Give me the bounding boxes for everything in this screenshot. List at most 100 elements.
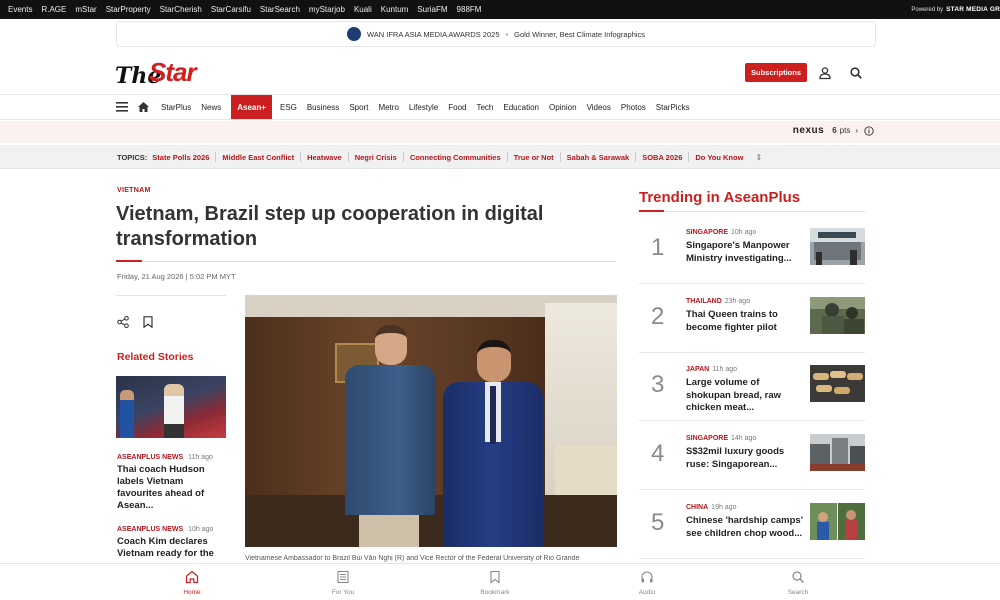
nav-item-education[interactable]: Education <box>503 95 539 119</box>
article-photo[interactable] <box>245 295 617 547</box>
nav-item-starpicks[interactable]: StarPicks <box>656 95 690 119</box>
topic-soba[interactable]: SOBA 2026 <box>642 153 682 162</box>
topic-state-polls[interactable]: State Polls 2026 <box>152 153 209 162</box>
trending-time: 10h ago <box>731 229 757 236</box>
trending-rank: 5 <box>651 509 665 536</box>
network-link-suriafm[interactable]: SuriaFM <box>417 5 447 14</box>
nav-item-asean-plus[interactable]: Asean+ <box>231 95 272 119</box>
trending-category[interactable]: SINGAPORE <box>686 229 728 236</box>
nav-item-business[interactable]: Business <box>307 95 339 119</box>
headline-accent <box>116 260 142 262</box>
newspaper-icon <box>337 570 349 584</box>
photo-person-right <box>443 340 543 547</box>
article-section[interactable]: VIETNAM <box>117 187 151 194</box>
trending-thumbnail[interactable] <box>810 503 865 540</box>
topic-do-you-know[interactable]: Do You Know <box>695 153 743 162</box>
related-story-category[interactable]: ASEANPLUS NEWS <box>117 454 183 461</box>
trending-thumbnail[interactable] <box>810 297 865 334</box>
topic-negri-crisis[interactable]: Negri Crisis <box>355 153 397 162</box>
topic-sabah-sarawak[interactable]: Sabah & Sarawak <box>567 153 630 162</box>
nav-item-tech[interactable]: Tech <box>476 95 493 119</box>
trending-item[interactable]: 4 SINGAPORE 14h ago S$32mil luxury goods … <box>639 422 865 490</box>
hamburger-menu-icon[interactable] <box>116 102 128 112</box>
expand-topics-icon[interactable]: ⇕ <box>755 153 762 162</box>
tab-search[interactable]: Search <box>768 570 828 596</box>
trending-accent <box>639 210 664 212</box>
nav-item-esg[interactable]: ESG <box>280 95 297 119</box>
nav-item-sport[interactable]: Sport <box>349 95 368 119</box>
award-banner[interactable]: WAN IFRA ASIA MEDIA AWARDS 2025 • Gold W… <box>116 21 876 47</box>
network-link-starproperty[interactable]: StarProperty <box>106 5 151 14</box>
tab-audio[interactable]: Audio <box>617 570 677 596</box>
info-icon[interactable] <box>864 125 874 136</box>
nav-item-opinion[interactable]: Opinion <box>549 95 577 119</box>
headphones-icon <box>641 571 653 583</box>
home-icon[interactable] <box>138 102 149 112</box>
network-link-starcarsifu[interactable]: StarCarsifu <box>211 5 251 14</box>
network-link-kuntum[interactable]: Kuntum <box>381 5 409 14</box>
topics-label: TOPICS: <box>117 152 148 162</box>
tab-bookmark[interactable]: Bookmark <box>465 570 525 596</box>
topic-connecting-communities[interactable]: Connecting Communities <box>410 153 501 162</box>
network-link-mstar[interactable]: mStar <box>75 5 96 14</box>
trending-category[interactable]: CHINA <box>686 504 708 511</box>
topic-middle-east[interactable]: Middle East Conflict <box>222 153 294 162</box>
trending-headline[interactable]: Chinese 'hardship camps' see children ch… <box>686 515 804 540</box>
trending-rank: 1 <box>651 234 665 261</box>
topic-heatwave[interactable]: Heatwave <box>307 153 342 162</box>
nav-item-metro[interactable]: Metro <box>378 95 398 119</box>
trending-headline[interactable]: S$32mil luxury goods ruse: Singaporean..… <box>686 446 804 471</box>
user-icon[interactable] <box>818 66 832 80</box>
network-link-starsearch[interactable]: StarSearch <box>260 5 300 14</box>
trending-item[interactable]: 3 JAPAN 11h ago Large volume of shokupan … <box>639 353 865 421</box>
search-icon[interactable] <box>849 66 863 80</box>
topic-divider <box>688 152 690 162</box>
trending-category[interactable]: THAILAND <box>686 298 722 305</box>
nav-item-news[interactable]: News <box>201 95 221 119</box>
trending-time: 19h ago <box>711 504 737 511</box>
nav-item-starplus[interactable]: StarPlus <box>161 95 191 119</box>
trending-category[interactable]: SINGAPORE <box>686 435 728 442</box>
trending-item[interactable]: 1 SINGAPORE 10h ago Singapore's Manpower … <box>639 216 865 284</box>
network-bar: Events R.AGE mStar StarProperty StarCher… <box>0 0 1000 19</box>
nexus-points-value: 6 <box>832 126 837 135</box>
related-story-headline[interactable]: Coach Kim declares Vietnam ready for the <box>117 536 229 560</box>
trending-thumbnail[interactable] <box>810 228 865 265</box>
trending-time: 14h ago <box>731 435 757 442</box>
trending-category[interactable]: JAPAN <box>686 366 709 373</box>
network-link-events[interactable]: Events <box>8 5 32 14</box>
tab-for-you[interactable]: For You <box>313 570 373 596</box>
the-star-logo[interactable]: The Star <box>115 57 205 89</box>
trending-thumbnail[interactable] <box>810 434 865 471</box>
related-story-image[interactable] <box>116 376 226 438</box>
bookmark-icon[interactable] <box>143 316 153 328</box>
trending-headline[interactable]: Singapore's Manpower Ministry investigat… <box>686 240 804 265</box>
trending-headline[interactable]: Large volume of shokupan bread, raw chic… <box>686 377 804 415</box>
nexus-points[interactable]: nexus 6 pts › <box>793 125 874 136</box>
related-story-category[interactable]: ASEANPLUS NEWS <box>117 526 183 533</box>
share-icon[interactable] <box>117 316 129 328</box>
nav-item-lifestyle[interactable]: Lifestyle <box>409 95 438 119</box>
network-link-mystarjob[interactable]: myStarjob <box>309 5 345 14</box>
nav-item-photos[interactable]: Photos <box>621 95 646 119</box>
network-link-starcherish[interactable]: StarCherish <box>160 5 202 14</box>
main-nav: StarPlus News Asean+ ESG Business Sport … <box>0 94 1000 120</box>
nexus-points-unit: pts <box>839 126 851 135</box>
trending-thumbnail[interactable] <box>810 365 865 402</box>
tab-home[interactable]: Home <box>162 570 222 596</box>
nav-item-videos[interactable]: Videos <box>587 95 611 119</box>
powered-by-brand: STAR MEDIA GR <box>946 6 1000 13</box>
network-link-rage[interactable]: R.AGE <box>41 5 66 14</box>
related-story-headline[interactable]: Thai coach Hudson labels Vietnam favouri… <box>117 464 229 512</box>
trending-item[interactable]: 5 CHINA 19h ago Chinese 'hardship camps' … <box>639 491 865 559</box>
trending-item[interactable]: 2 THAILAND 23h ago Thai Queen trains to b… <box>639 285 865 353</box>
subscriptions-button[interactable]: Subscriptions <box>745 63 807 82</box>
award-badge-icon <box>346 27 361 41</box>
nav-item-food[interactable]: Food <box>448 95 466 119</box>
trending-rank: 4 <box>651 440 665 467</box>
trending-divider <box>664 211 865 212</box>
trending-headline[interactable]: Thai Queen trains to become fighter pilo… <box>686 309 804 334</box>
topic-true-or-not[interactable]: True or Not <box>514 153 554 162</box>
network-link-kuali[interactable]: Kuali <box>354 5 372 14</box>
network-link-988fm[interactable]: 988FM <box>457 5 482 14</box>
